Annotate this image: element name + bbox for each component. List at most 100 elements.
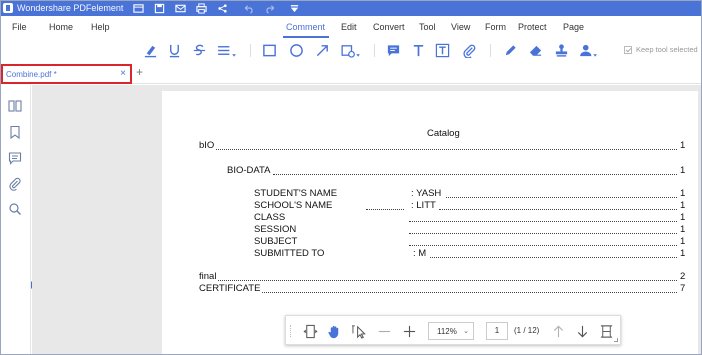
- toc-leader: [216, 149, 677, 150]
- zoom-select[interactable]: 112% ⌄: [428, 322, 474, 340]
- toc-entry-page: 1: [680, 140, 686, 151]
- lines-icon[interactable]: [216, 42, 238, 58]
- toc-entry-label[interactable]: SCHOOL'S NAME: [254, 200, 332, 211]
- zoom-value: 112%: [437, 326, 457, 336]
- attachment-icon[interactable]: [7, 176, 23, 192]
- toc-entry-label[interactable]: BIO-DATA: [227, 165, 270, 176]
- stamp-icon[interactable]: [553, 42, 569, 58]
- toc-entry-page: 1: [680, 200, 686, 211]
- toc-entry-label[interactable]: CERTIFICATE: [199, 283, 260, 294]
- toc-leader: [439, 209, 677, 210]
- catalog-title: Catalog: [427, 128, 460, 139]
- toolbar-divider: [250, 44, 251, 57]
- toc-entry-page: 2: [680, 271, 686, 282]
- customize-dropdown-icon[interactable]: [288, 2, 300, 14]
- save-icon[interactable]: [153, 2, 165, 14]
- menu-tool[interactable]: Tool: [419, 22, 436, 32]
- toc-leader: [273, 174, 677, 175]
- redo-icon[interactable]: [263, 2, 275, 14]
- menu-comment[interactable]: Comment: [286, 22, 325, 32]
- keep-tool-selected-checkbox[interactable]: [624, 45, 632, 54]
- toc-entry-label[interactable]: bIO: [199, 140, 214, 151]
- hand-tool-icon[interactable]: [326, 323, 342, 339]
- app-logo: [3, 3, 13, 13]
- keep-tool-selected-option[interactable]: Keep tool selected: [624, 45, 698, 54]
- toc-leader: [409, 233, 677, 234]
- page-number-input[interactable]: 1: [486, 322, 508, 340]
- menu-convert[interactable]: Convert: [373, 22, 405, 32]
- share-icon[interactable]: [216, 2, 228, 14]
- toc-entry-label[interactable]: final: [199, 271, 216, 282]
- document-tab[interactable]: Combine.pdf * ×: [1, 64, 132, 84]
- highlight-icon[interactable]: [142, 42, 158, 58]
- chevron-down-icon: ⌄: [463, 328, 469, 335]
- toc-leader: [430, 257, 677, 258]
- zoom-out-icon[interactable]: [376, 323, 392, 339]
- toc-entry-label[interactable]: SESSION: [254, 224, 296, 235]
- menu-edit[interactable]: Edit: [341, 22, 357, 32]
- select-tool-icon[interactable]: [351, 323, 367, 339]
- fit-width-icon[interactable]: [302, 323, 318, 339]
- search-icon[interactable]: [7, 201, 23, 217]
- left-sidebar: [0, 85, 31, 355]
- strikethrough-icon[interactable]: [191, 42, 207, 58]
- attachment-icon[interactable]: [461, 42, 477, 58]
- toc-leader: [446, 197, 677, 198]
- shape-dropdown-icon[interactable]: [340, 42, 362, 58]
- close-tab-icon[interactable]: ×: [120, 69, 126, 79]
- note-icon[interactable]: [385, 42, 401, 58]
- circle-icon[interactable]: [288, 42, 304, 58]
- next-page-icon[interactable]: [574, 323, 590, 339]
- toc-entry-page: 7: [680, 283, 686, 294]
- app-title: Wondershare PDFelement: [17, 3, 124, 13]
- toc-entry-value: : LITT: [411, 200, 436, 211]
- fit-page-icon[interactable]: [598, 323, 614, 339]
- print-icon[interactable]: [195, 2, 207, 14]
- text-icon[interactable]: [410, 42, 426, 58]
- keep-tool-selected-label: Keep tool selected: [636, 45, 698, 54]
- eraser-icon[interactable]: [527, 42, 543, 58]
- resize-handle[interactable]: [614, 338, 618, 342]
- toc-leader: [262, 292, 677, 293]
- menu-protect[interactable]: Protect: [518, 22, 547, 32]
- new-tab-icon[interactable]: +: [136, 66, 143, 78]
- toc-entry-value: : YASH: [411, 188, 442, 199]
- toc-entry-page: 1: [680, 248, 686, 259]
- toc-entry-page: 1: [680, 236, 686, 247]
- title-bar: Wondershare PDFelement: [0, 0, 702, 16]
- menu-form[interactable]: Form: [485, 22, 506, 32]
- menu-home[interactable]: Home: [49, 22, 73, 32]
- previous-page-icon[interactable]: [550, 323, 566, 339]
- menu-page[interactable]: Page: [563, 22, 584, 32]
- thumbnails-icon[interactable]: [7, 98, 23, 114]
- toc-entry-page: 1: [680, 165, 686, 176]
- arrow-icon[interactable]: [314, 42, 330, 58]
- toc-leader: [218, 280, 677, 281]
- undo-icon[interactable]: [243, 2, 255, 14]
- window-icon[interactable]: [132, 2, 144, 14]
- email-icon[interactable]: [174, 2, 186, 14]
- signature-icon[interactable]: [578, 42, 600, 58]
- textbox-icon[interactable]: [434, 42, 450, 58]
- toc-entry-label[interactable]: STUDENT'S NAME: [254, 188, 337, 199]
- comment-icon[interactable]: [7, 150, 23, 166]
- drag-handle[interactable]: [290, 325, 292, 337]
- page-count: (1 / 12): [514, 326, 540, 335]
- menu-file[interactable]: File: [12, 22, 27, 32]
- toc-entry-label[interactable]: CLASS: [254, 212, 285, 223]
- toolbar-divider: [490, 44, 491, 57]
- toc-leader: [409, 221, 677, 222]
- document-tab-label: Combine.pdf *: [6, 69, 57, 79]
- toc-leader: [366, 209, 404, 210]
- menu-view[interactable]: View: [451, 22, 470, 32]
- bookmark-icon[interactable]: [7, 124, 23, 140]
- menu-help[interactable]: Help: [91, 22, 110, 32]
- page-navigation-toolbar: 112% ⌄ 1 (1 / 12): [285, 315, 621, 345]
- zoom-in-icon[interactable]: [401, 323, 417, 339]
- toc-entry-page: 1: [680, 212, 686, 223]
- underline-icon[interactable]: [166, 42, 182, 58]
- pencil-icon[interactable]: [502, 42, 518, 58]
- toc-entry-label[interactable]: SUBJECT: [254, 236, 297, 247]
- rectangle-icon[interactable]: [261, 42, 277, 58]
- toc-entry-label[interactable]: SUBMITTED TO: [254, 248, 324, 259]
